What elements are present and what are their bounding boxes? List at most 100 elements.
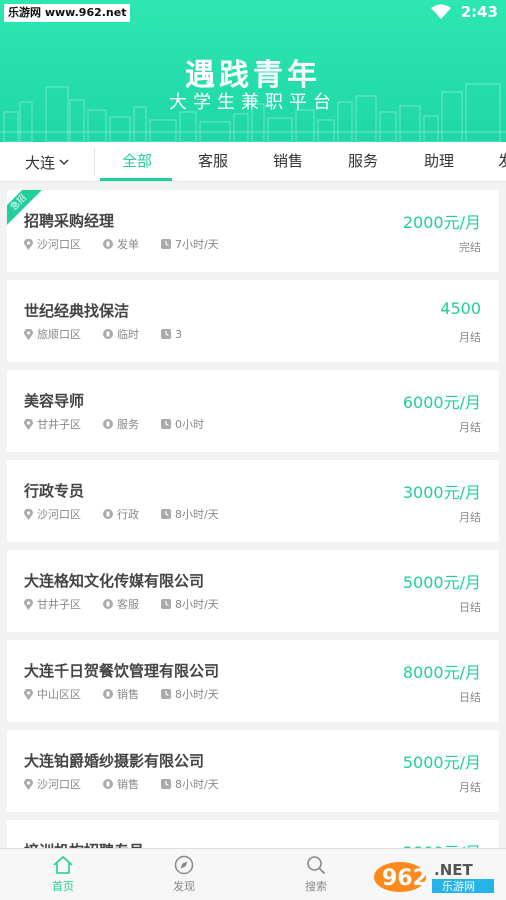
category-icon xyxy=(103,599,113,609)
category-icon xyxy=(103,239,113,249)
job-hours: 8小时/天 xyxy=(175,688,219,701)
hero-banner: 乐游网 www.962.net 2:43 遇践青年 大学生兼职平台 xyxy=(0,0,506,142)
tab-more[interactable]: 发 xyxy=(498,142,506,182)
job-district: 旅顺口区 xyxy=(37,328,81,341)
job-salary: 4500 xyxy=(440,299,481,318)
job-salary: 5000元/月 xyxy=(402,753,481,772)
job-card[interactable]: 世纪经典找保洁 4500 旅顺口区 临时 3 月结 xyxy=(7,280,499,362)
tab-all[interactable]: 全部 xyxy=(122,142,152,182)
clock-icon xyxy=(161,419,171,429)
job-settlement: 月结 xyxy=(459,511,481,524)
clock-icon xyxy=(161,509,171,519)
category-icon xyxy=(103,419,113,429)
job-salary: 2000元/月 xyxy=(402,213,481,232)
clock-icon xyxy=(161,779,171,789)
job-title: 美容导师 xyxy=(24,392,85,410)
job-card[interactable]: 急招 招聘采购经理 2000元/月 沙河口区 发单 7小时/天 完结 xyxy=(7,190,499,272)
job-title: 大连格知文化传媒有限公司 xyxy=(24,572,205,590)
nav-home-label: 首页 xyxy=(52,880,74,893)
status-bar: 乐游网 www.962.net 2:43 xyxy=(0,0,506,26)
clock-icon xyxy=(161,689,171,699)
job-settlement: 日结 xyxy=(459,601,481,614)
home-icon xyxy=(53,855,73,874)
nav-home[interactable]: 首页 xyxy=(33,855,93,894)
nav-discover[interactable]: 发现 xyxy=(154,855,214,894)
clock-icon xyxy=(161,239,171,249)
job-hours: 3 xyxy=(175,327,182,341)
search-icon xyxy=(307,856,326,875)
clock-icon xyxy=(161,599,171,609)
location-pin-icon xyxy=(24,778,33,790)
job-category: 行政 xyxy=(117,508,139,521)
job-category: 客服 xyxy=(117,598,139,611)
bottom-navigation: 首页 发现 搜索 962 .NET 乐游网 xyxy=(0,848,506,900)
clock: 2:43 xyxy=(460,3,498,21)
tab-service[interactable]: 服务 xyxy=(348,142,378,182)
clock-icon xyxy=(161,329,171,339)
wifi-icon xyxy=(430,4,451,19)
chevron-down-icon xyxy=(59,159,69,165)
site-watermark: 乐游网 www.962.net xyxy=(4,4,131,22)
job-settlement: 日结 xyxy=(459,691,481,704)
job-salary: 8000元/月 xyxy=(402,663,481,682)
logo-site: 乐游网 xyxy=(442,880,475,893)
job-salary: 5000元/月 xyxy=(402,573,481,592)
nav-search[interactable]: 搜索 xyxy=(286,855,346,894)
category-icon xyxy=(103,329,113,339)
job-district: 沙河口区 xyxy=(37,508,81,521)
job-settlement: 月结 xyxy=(459,781,481,794)
job-settlement: 月结 xyxy=(459,331,481,344)
job-title: 世纪经典找保洁 xyxy=(24,302,130,320)
category-icon xyxy=(103,509,113,519)
job-settlement: 完结 xyxy=(459,241,481,254)
city-selector[interactable]: 大连 xyxy=(25,142,69,182)
job-settlement: 月结 xyxy=(459,421,481,434)
job-salary: 6000元/月 xyxy=(402,393,481,412)
job-salary: 3000元/月 xyxy=(402,483,481,502)
nav-search-label: 搜索 xyxy=(305,880,327,893)
city-name: 大连 xyxy=(25,153,56,172)
nav-discover-label: 发现 xyxy=(173,880,195,893)
category-tab-bar: 大连 全部 客服 销售 服务 助理 发 xyxy=(0,142,506,182)
job-card[interactable]: 大连千日贺餐饮管理有限公司 8000元/月 中山区区 销售 8小时/天 日结 xyxy=(7,640,499,722)
job-category: 销售 xyxy=(117,688,139,701)
job-title: 大连铂爵婚纱摄影有限公司 xyxy=(24,752,205,770)
category-icon xyxy=(103,779,113,789)
location-pin-icon xyxy=(24,598,33,610)
job-title: 大连千日贺餐饮管理有限公司 xyxy=(24,662,220,680)
job-card[interactable]: 大连铂爵婚纱摄影有限公司 5000元/月 沙河口区 销售 8小时/天 月结 xyxy=(7,730,499,812)
location-pin-icon xyxy=(24,418,33,430)
location-pin-icon xyxy=(24,508,33,520)
job-hours: 0小时 xyxy=(175,418,204,431)
job-hours: 8小时/天 xyxy=(175,508,219,521)
job-district: 甘井子区 xyxy=(37,418,81,431)
job-hours: 8小时/天 xyxy=(175,598,219,611)
job-district: 沙河口区 xyxy=(37,238,81,251)
job-hours: 8小时/天 xyxy=(175,778,219,791)
job-category: 服务 xyxy=(117,418,139,431)
logo-number: 962 xyxy=(382,866,428,891)
job-category: 销售 xyxy=(117,778,139,791)
job-district: 甘井子区 xyxy=(37,598,81,611)
job-card[interactable]: 大连格知文化传媒有限公司 5000元/月 甘井子区 客服 8小时/天 日结 xyxy=(7,550,499,632)
job-category: 发单 xyxy=(117,238,139,251)
job-card[interactable]: 美容导师 6000元/月 甘井子区 服务 0小时 月结 xyxy=(7,370,499,452)
city-skyline-illustration xyxy=(0,83,506,142)
job-category: 临时 xyxy=(117,328,139,341)
compass-icon xyxy=(174,855,194,875)
job-district: 中山区区 xyxy=(37,688,81,701)
location-pin-icon xyxy=(24,328,33,340)
job-card[interactable]: 行政专员 3000元/月 沙河口区 行政 8小时/天 月结 xyxy=(7,460,499,542)
location-pin-icon xyxy=(24,688,33,700)
divider xyxy=(94,148,95,176)
tab-customer-service[interactable]: 客服 xyxy=(198,142,228,182)
962-watermark-logo: 962 .NET 乐游网 xyxy=(370,853,498,895)
category-icon xyxy=(103,689,113,699)
logo-suffix: .NET xyxy=(434,861,473,879)
tab-sales[interactable]: 销售 xyxy=(273,142,303,182)
tab-assistant[interactable]: 助理 xyxy=(424,142,454,182)
job-district: 沙河口区 xyxy=(37,778,81,791)
active-tab-indicator xyxy=(100,178,172,181)
location-pin-icon xyxy=(24,238,33,250)
job-hours: 7小时/天 xyxy=(175,238,219,251)
